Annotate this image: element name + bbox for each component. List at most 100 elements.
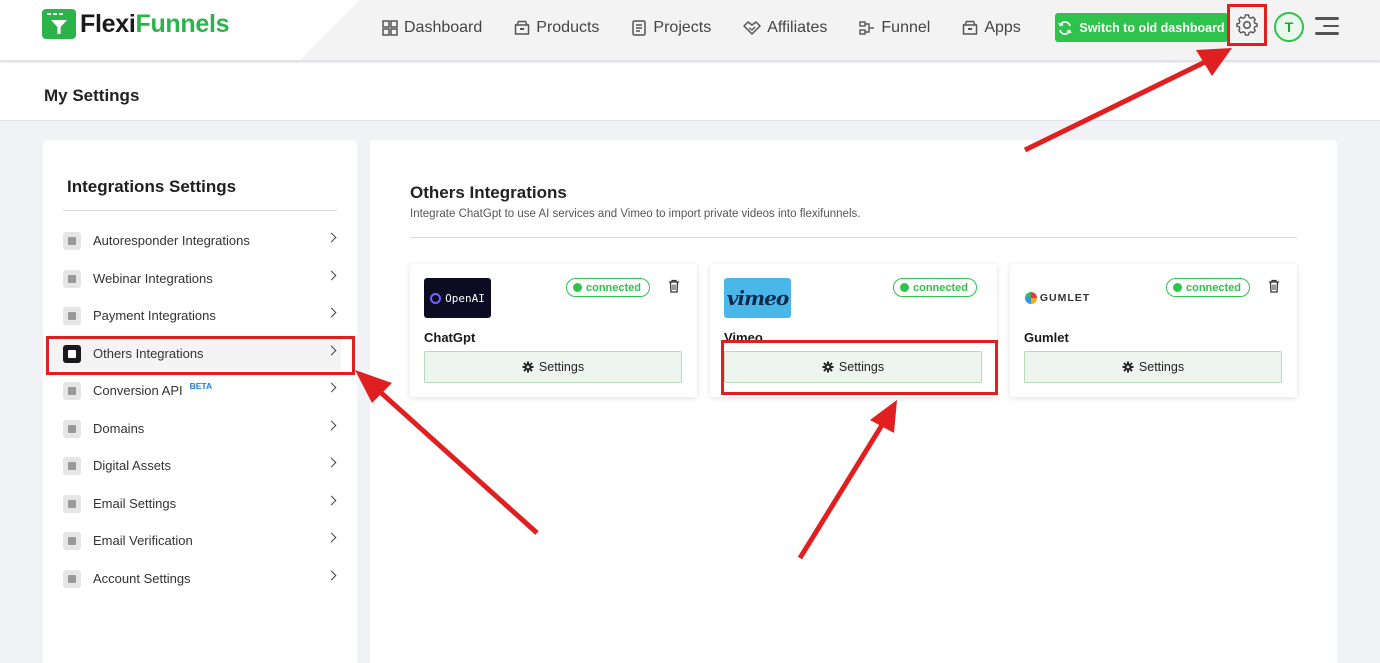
sidebar-divider (63, 210, 337, 211)
vimeo-logo-text: vimeo (726, 286, 789, 310)
user-icon (63, 231, 81, 250)
nav-affiliates-label: Affiliates (767, 19, 828, 36)
brand-name-part2: Funnels (135, 9, 230, 38)
check-circle-icon (1173, 283, 1182, 292)
chevron-right-icon (326, 457, 337, 468)
sidebar-item-account-settings[interactable]: Account Settings (51, 562, 341, 595)
openai-logo-icon (430, 292, 442, 304)
sidebar-item-autoresponder[interactable]: Autoresponder Integrations (51, 224, 341, 257)
nav-dashboard[interactable]: Dashboard (382, 17, 482, 39)
email-icon (63, 494, 81, 513)
openai-logo: OpenAI (424, 278, 491, 318)
chevron-right-icon (326, 420, 337, 431)
switch-dashboard-label: Switch to old dashboard (1079, 20, 1225, 35)
gumlet-settings-button[interactable]: Settings (1024, 351, 1282, 383)
sidebar-item-conversion-api[interactable]: Conversion API BETA (51, 374, 341, 407)
integration-name: Gumlet (1024, 330, 1069, 345)
menu-line (1315, 32, 1339, 35)
nav-affiliates[interactable]: Affiliates (743, 17, 827, 39)
openai-logo-text: OpenAI (445, 291, 485, 305)
funnel-logo-icon (42, 9, 76, 39)
chevron-right-icon (326, 307, 337, 318)
apps-icon (963, 20, 978, 35)
sidebar-item-label: Conversion API (93, 383, 183, 398)
integration-name: ChatGpt (424, 330, 476, 345)
sidebar-item-label: Payment Integrations (93, 308, 216, 323)
box-icon (515, 20, 530, 35)
brand-logo[interactable]: FlexiFunnels (42, 9, 230, 39)
user-avatar[interactable]: T (1274, 12, 1304, 42)
status-badge: connected (566, 278, 651, 297)
refresh-icon (1058, 20, 1073, 35)
nav-dashboard-label: Dashboard (404, 19, 483, 36)
switch-dashboard-button[interactable]: Switch to old dashboard (1055, 13, 1228, 42)
trash-icon[interactable] (668, 279, 680, 293)
gear-icon (1236, 14, 1258, 36)
menu-line (1315, 17, 1339, 20)
highlight-box-others (46, 336, 355, 375)
sidebar-title: Integrations Settings (67, 177, 237, 196)
brand-name: FlexiFunnels (80, 9, 230, 39)
gear-icon (1122, 361, 1134, 373)
nav-apps[interactable]: Apps (962, 17, 1021, 39)
sidebar-item-label: Email Verification (93, 533, 193, 548)
settings-label: Settings (1138, 360, 1185, 374)
sidebar-item-payment[interactable]: Payment Integrations (51, 299, 341, 332)
hamburger-menu-icon[interactable] (1315, 17, 1339, 35)
integrations-panel: Others Integrations Integrate ChatGpt to… (370, 140, 1337, 663)
sidebar-item-label: Autoresponder Integrations (93, 233, 250, 248)
gumlet-logo-icon (1024, 292, 1037, 304)
chevron-right-icon (326, 570, 337, 581)
status-label: connected (1186, 281, 1242, 294)
brand-name-part1: Flexi (80, 9, 136, 38)
section-title: Others Integrations (410, 183, 567, 202)
document-icon (632, 20, 647, 36)
status-label: connected (586, 281, 642, 294)
integration-card-chatgpt: OpenAI connected ChatGpt Settings (410, 264, 697, 397)
funnel-icon (859, 21, 875, 35)
vimeo-logo: vimeo (724, 278, 791, 318)
highlight-box-vimeo-settings (721, 340, 998, 395)
sidebar-item-email-settings[interactable]: Email Settings (51, 487, 341, 520)
email-check-icon (63, 531, 81, 550)
sidebar-item-email-verification[interactable]: Email Verification (51, 524, 341, 557)
chevron-right-icon (326, 232, 337, 243)
nav-projects[interactable]: Projects (631, 17, 711, 39)
sidebar-item-label: Account Settings (93, 571, 191, 586)
nav-apps-label: Apps (984, 19, 1021, 36)
gear-icon (522, 361, 534, 373)
sidebar-item-domains[interactable]: Domains (51, 412, 341, 445)
nav-projects-label: Projects (653, 19, 712, 36)
section-divider (410, 237, 1297, 238)
menu-line (1323, 24, 1339, 27)
chatgpt-settings-button[interactable]: Settings (424, 351, 682, 383)
document-icon (63, 381, 81, 400)
chevron-right-icon (326, 532, 337, 543)
gumlet-logo: GUMLET (1024, 278, 1091, 318)
beta-badge: BETA (189, 380, 213, 391)
check-circle-icon (900, 283, 909, 292)
grid-icon (382, 20, 398, 36)
sidebar-item-digital-assets[interactable]: Digital Assets (51, 449, 341, 482)
globe-icon (63, 419, 81, 438)
sidebar-item-webinar[interactable]: Webinar Integrations (51, 262, 341, 295)
trash-icon[interactable] (1268, 279, 1280, 293)
page-title: My Settings (44, 86, 140, 105)
gumlet-logo-text: GUMLET (1039, 292, 1091, 304)
nav-funnel[interactable]: Funnel (859, 17, 930, 39)
sidebar-item-label: Email Settings (93, 496, 177, 511)
gear-icon (63, 569, 81, 588)
video-icon (63, 269, 81, 288)
chevron-right-icon (326, 495, 337, 506)
handshake-icon (743, 21, 761, 35)
main-nav: Dashboard Products Projects Affiliates F… (382, 17, 1053, 39)
status-badge: connected (1166, 278, 1251, 297)
sidebar-item-label: Webinar Integrations (93, 271, 213, 286)
nav-products[interactable]: Products (514, 17, 599, 39)
settings-gear-button[interactable] (1227, 4, 1267, 46)
dollar-icon (63, 306, 81, 325)
sidebar-item-label: Digital Assets (93, 458, 172, 473)
chevron-right-icon (326, 382, 337, 393)
nav-products-label: Products (536, 19, 600, 36)
gift-icon (63, 456, 81, 475)
